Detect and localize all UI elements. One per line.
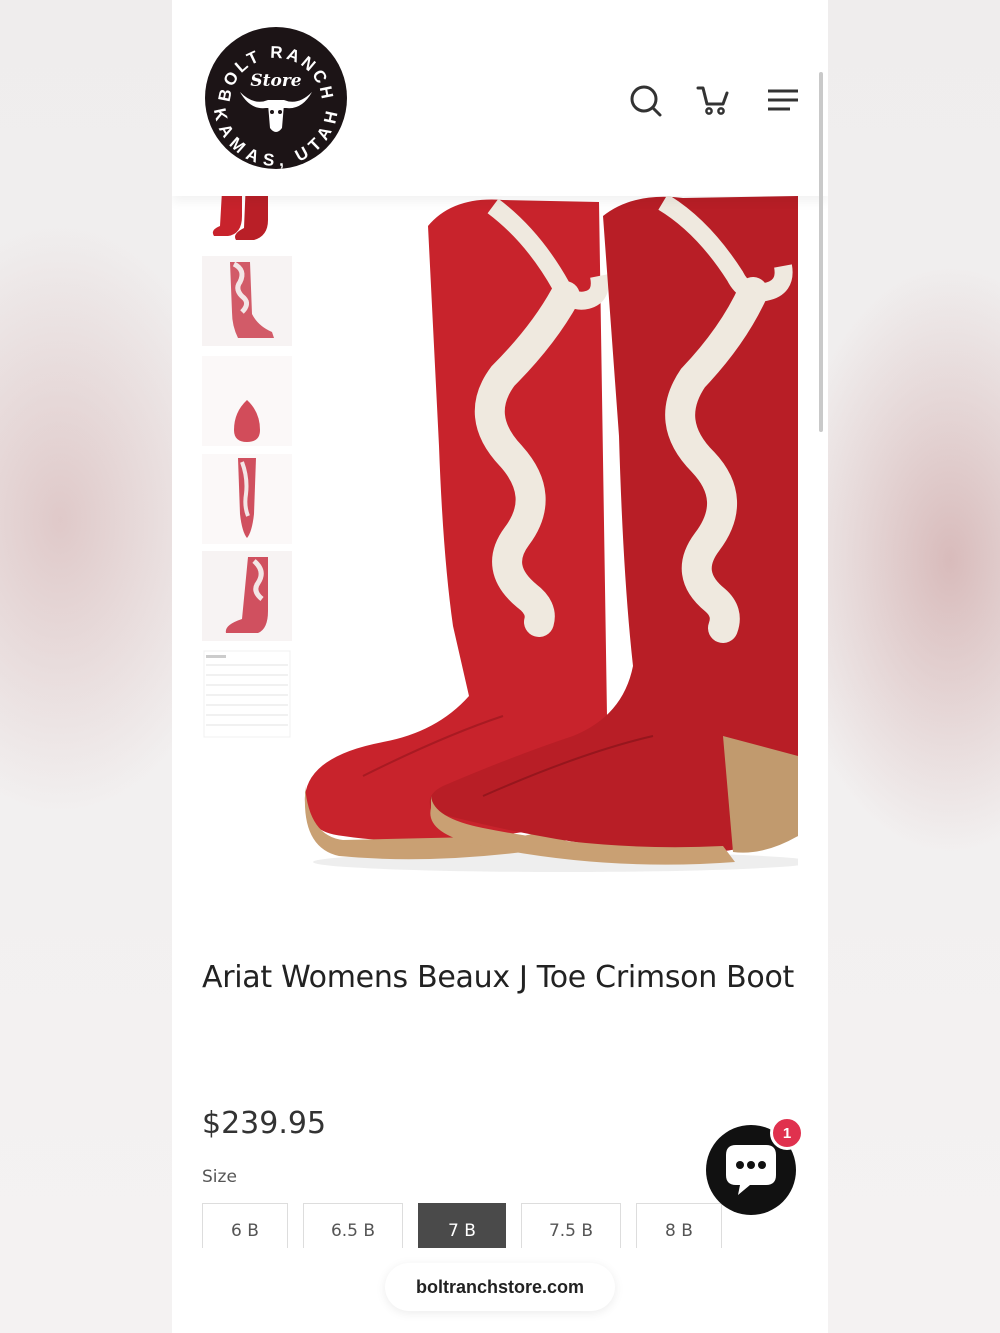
size-option-selected[interactable]: 7 B	[418, 1203, 506, 1248]
svg-text:Store: Store	[250, 71, 301, 91]
browser-url-bar[interactable]: boltranchstore.com	[385, 1263, 615, 1311]
size-option[interactable]: 7.5 B	[521, 1203, 621, 1248]
cart-icon[interactable]	[696, 84, 730, 118]
thumbnail-front-view[interactable]	[202, 454, 292, 544]
store-page: BOLT RANCH KAMAS, UTAH Store Ariat Women…	[172, 0, 828, 1333]
size-option[interactable]: 6.5 B	[303, 1203, 403, 1248]
size-label: Size	[202, 1167, 237, 1187]
site-header: BOLT RANCH KAMAS, UTAH Store	[172, 0, 828, 196]
product-title: Ariat Womens Beaux J Toe Crimson Boot	[202, 960, 795, 995]
thumbnail-toe-view[interactable]	[202, 356, 292, 446]
chat-notification-badge: 1	[770, 1116, 804, 1150]
thumbnail-detail-view[interactable]	[202, 551, 292, 641]
store-logo[interactable]: BOLT RANCH KAMAS, UTAH Store	[204, 26, 348, 170]
search-icon[interactable]	[629, 84, 663, 118]
thumbnail-side-view[interactable]	[202, 256, 292, 346]
product-price: $239.95	[202, 1106, 327, 1141]
size-option[interactable]: 6 B	[202, 1203, 288, 1248]
menu-icon[interactable]	[766, 84, 800, 118]
scrollbar[interactable]	[819, 72, 823, 432]
product-main-image[interactable]	[303, 196, 798, 876]
thumbnail-size-chart[interactable]	[202, 649, 292, 739]
